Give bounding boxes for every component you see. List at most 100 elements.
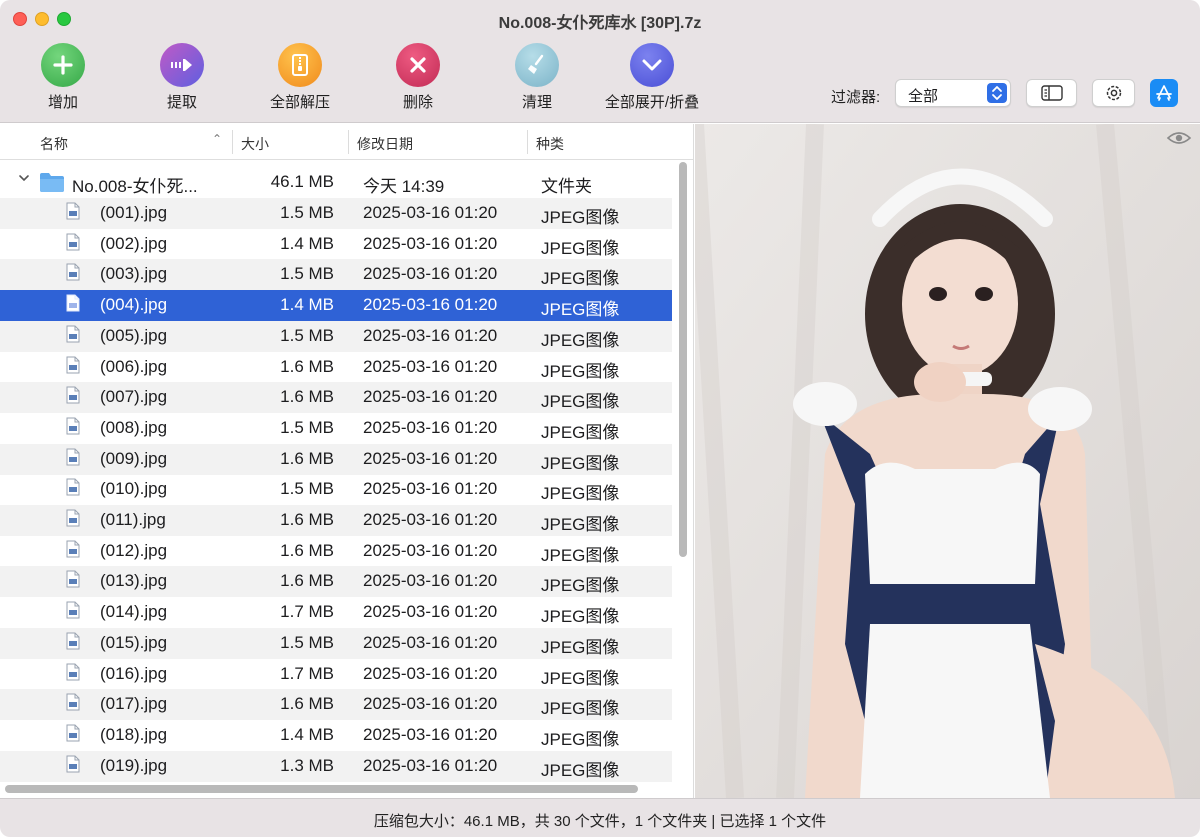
- vertical-scrollbar[interactable]: [676, 162, 690, 774]
- folder-row[interactable]: No.008-女仆死... 46.1 MB 今天 14:39 文件夹: [0, 167, 672, 198]
- file-row[interactable]: (007).jpg 1.6 MB 2025-03-16 01:20 JPEG图像: [0, 382, 672, 414]
- app-store-icon: [1156, 85, 1172, 101]
- column-name[interactable]: 名称: [40, 134, 68, 154]
- file-kind: JPEG图像: [541, 699, 620, 719]
- file-name: (015).jpg: [100, 632, 168, 652]
- expand-collapse-label: 全部展开/折叠: [604, 94, 700, 111]
- delete-button[interactable]: 删除: [353, 43, 483, 112]
- file-row[interactable]: (018).jpg 1.4 MB 2025-03-16 01:20 JPEG图像: [0, 720, 672, 751]
- file-date: 2025-03-16 01:20: [363, 510, 498, 529]
- disclosure-triangle-icon[interactable]: [17, 171, 31, 188]
- file-row[interactable]: (011).jpg 1.6 MB 2025-03-16 01:20 JPEG图像: [0, 505, 672, 536]
- file-date: 2025-03-16 01:20: [363, 571, 498, 591]
- folder-date: 今天 14:39: [363, 177, 445, 196]
- file-row[interactable]: (004).jpg 1.4 MB 2025-03-16 01:20 JPEG图像: [0, 290, 672, 322]
- column-date[interactable]: 修改日期: [357, 134, 413, 154]
- file-name: (008).jpg: [100, 417, 168, 437]
- column-size[interactable]: 大小: [241, 134, 269, 154]
- app-store-button[interactable]: [1150, 79, 1178, 107]
- file-date: 2025-03-16 01:20: [363, 387, 498, 407]
- file-row[interactable]: (006).jpg 1.6 MB 2025-03-16 01:20 JPEG图像: [0, 352, 672, 383]
- file-name: (002).jpg: [100, 233, 168, 253]
- file-list-panel: 名称 ⌃ 大小 修改日期 种类 No.008-女仆死... 46.1 MB 今天…: [0, 124, 694, 798]
- file-row[interactable]: (012).jpg 1.6 MB 2025-03-16 01:20 JPEG图像: [0, 536, 672, 567]
- jpeg-file-icon: [66, 356, 80, 374]
- file-row[interactable]: (016).jpg 1.7 MB 2025-03-16 01:20 JPEG图像: [0, 659, 672, 690]
- file-kind: JPEG图像: [541, 330, 620, 350]
- file-name: (011).jpg: [100, 510, 166, 529]
- file-row[interactable]: (015).jpg 1.5 MB 2025-03-16 01:20 JPEG图像: [0, 627, 672, 659]
- file-date: 2025-03-16 01:20: [363, 325, 498, 345]
- file-size: 1.7 MB: [280, 602, 334, 622]
- add-button[interactable]: 增加: [0, 43, 128, 112]
- jpeg-file-icon: [66, 663, 80, 681]
- extract-label: 提取: [166, 94, 197, 111]
- sidebar-toggle-button[interactable]: [1026, 79, 1077, 107]
- file-row[interactable]: (002).jpg 1.4 MB 2025-03-16 01:20 JPEG图像: [0, 229, 672, 260]
- file-name: (006).jpg: [100, 356, 168, 376]
- file-kind: JPEG图像: [541, 637, 620, 657]
- settings-button[interactable]: [1092, 79, 1135, 107]
- file-row[interactable]: (009).jpg 1.6 MB 2025-03-16 01:20 JPEG图像: [0, 443, 672, 475]
- horizontal-scrollbar[interactable]: [0, 782, 693, 796]
- file-name: (013).jpg: [100, 571, 168, 591]
- file-row[interactable]: (008).jpg 1.5 MB 2025-03-16 01:20 JPEG图像: [0, 413, 672, 444]
- preview-image: [695, 124, 1200, 798]
- vertical-scroll-thumb[interactable]: [679, 162, 687, 557]
- file-size: 1.5 MB: [280, 632, 334, 652]
- file-size: 1.5 MB: [280, 325, 334, 345]
- jpeg-file-icon: [66, 202, 80, 220]
- file-row[interactable]: (019).jpg 1.3 MB 2025-03-16 01:20 JPEG图像: [0, 750, 672, 782]
- jpeg-file-icon: [66, 233, 80, 251]
- jpeg-file-icon: [66, 693, 80, 711]
- filter-select[interactable]: 全部: [895, 79, 1011, 107]
- file-size: 1.4 MB: [280, 295, 334, 315]
- horizontal-scroll-thumb[interactable]: [5, 785, 638, 793]
- file-row[interactable]: (014).jpg 1.7 MB 2025-03-16 01:20 JPEG图像: [0, 597, 672, 628]
- folder-name: No.008-女仆死...: [72, 177, 198, 196]
- file-date: 2025-03-16 01:20: [363, 724, 498, 744]
- file-size: 1.3 MB: [280, 755, 334, 775]
- file-size: 1.6 MB: [280, 448, 334, 468]
- file-row[interactable]: (005).jpg 1.5 MB 2025-03-16 01:20 JPEG图像: [0, 320, 672, 352]
- chevron-down-icon: [630, 43, 674, 87]
- column-separator: [348, 130, 349, 154]
- file-size: 1.5 MB: [280, 203, 334, 222]
- file-size: 1.5 MB: [280, 479, 334, 499]
- file-kind: JPEG图像: [541, 208, 620, 227]
- file-kind: JPEG图像: [541, 576, 620, 596]
- file-date: 2025-03-16 01:20: [363, 479, 498, 499]
- file-kind: JPEG图像: [541, 760, 620, 780]
- expand-collapse-all-button[interactable]: 全部展开/折叠: [587, 43, 717, 112]
- file-row[interactable]: (001).jpg 1.5 MB 2025-03-16 01:20 JPEG图像: [0, 198, 672, 229]
- eye-icon[interactable]: [1166, 130, 1192, 151]
- file-row[interactable]: (017).jpg 1.6 MB 2025-03-16 01:20 JPEG图像: [0, 689, 672, 721]
- file-name: (010).jpg: [100, 479, 168, 499]
- file-date: 2025-03-16 01:20: [363, 632, 498, 652]
- jpeg-file-icon: [66, 325, 80, 343]
- extract-button[interactable]: 提取: [117, 43, 247, 112]
- jpeg-file-icon: [66, 509, 80, 527]
- plus-icon: [41, 43, 85, 87]
- file-size: 1.6 MB: [280, 571, 334, 591]
- file-row[interactable]: (013).jpg 1.6 MB 2025-03-16 01:20 JPEG图像: [0, 566, 672, 598]
- jpeg-file-icon: [66, 601, 80, 619]
- file-kind: JPEG图像: [541, 484, 620, 504]
- sidebar-toggle-icon: [1040, 85, 1063, 101]
- column-separator: [232, 130, 233, 154]
- file-kind: JPEG图像: [541, 607, 620, 627]
- column-kind[interactable]: 种类: [536, 134, 564, 154]
- jpeg-file-icon: [66, 724, 80, 742]
- file-row[interactable]: (003).jpg 1.5 MB 2025-03-16 01:20 JPEG图像: [0, 259, 672, 291]
- jpeg-file-icon: [66, 448, 80, 466]
- file-name: (007).jpg: [100, 387, 168, 407]
- file-date: 2025-03-16 01:20: [363, 540, 498, 560]
- extract-all-button[interactable]: 全部解压: [235, 43, 365, 112]
- delete-label: 删除: [402, 94, 433, 111]
- file-name: (004).jpg: [100, 295, 168, 315]
- file-date: 2025-03-16 01:20: [363, 233, 498, 253]
- file-date: 2025-03-16 01:20: [363, 694, 498, 714]
- clean-button[interactable]: 清理: [472, 43, 602, 112]
- file-row[interactable]: (010).jpg 1.5 MB 2025-03-16 01:20 JPEG图像: [0, 474, 672, 505]
- file-kind: JPEG图像: [541, 515, 620, 534]
